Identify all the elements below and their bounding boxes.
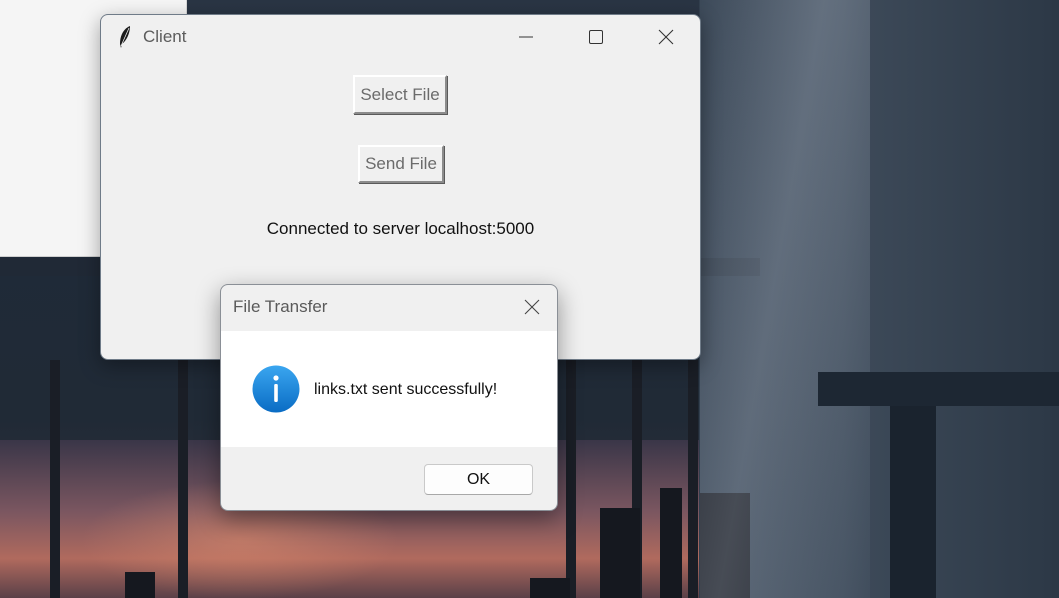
feather-icon (120, 26, 130, 48)
ok-button[interactable]: OK (424, 464, 533, 495)
connection-status: Connected to server localhost:5000 (266, 219, 535, 238)
maximize-button[interactable] (561, 15, 631, 59)
dialog-close-button[interactable] (515, 291, 549, 323)
minimize-icon (519, 36, 533, 38)
select-file-button[interactable]: Select File (353, 75, 447, 114)
close-icon (658, 29, 674, 45)
info-icon (252, 365, 300, 413)
window-title: Client (143, 27, 187, 46)
close-button[interactable] (631, 15, 701, 59)
dialog-body: links.txt sent successfully! (221, 331, 557, 447)
close-icon (524, 299, 540, 315)
send-file-button[interactable]: Send File (358, 145, 444, 183)
title-bar[interactable]: Client (101, 15, 700, 59)
maximize-icon (589, 30, 603, 44)
dialog-title: File Transfer (233, 297, 328, 316)
minimize-button[interactable] (491, 15, 561, 59)
dialog-message: links.txt sent successfully! (314, 381, 498, 398)
file-transfer-dialog: File Transfer links.txt sent successfull… (220, 284, 558, 511)
